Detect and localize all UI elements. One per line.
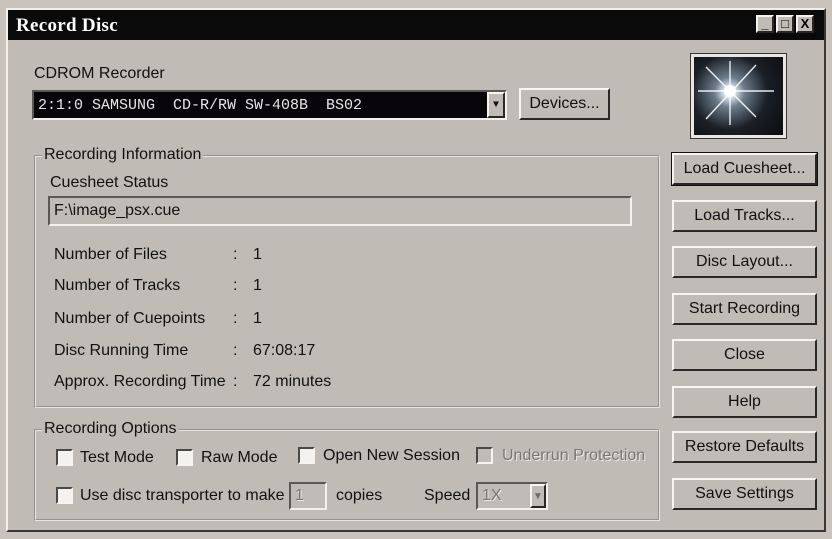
minimize-button[interactable]: _ [756,15,774,33]
raw-mode-label[interactable]: Raw Mode [201,449,277,467]
cuesheet-path: F:\image_psx.cue [54,202,181,219]
restore-defaults-button[interactable]: Restore Defaults [672,431,817,463]
open-new-session-checkbox[interactable] [298,447,315,464]
tracks-sep: : [233,277,238,294]
speed-select[interactable]: 1X ▼ [476,482,548,510]
running-time-value: 67:08:17 [253,342,316,359]
files-value: 1 [253,246,262,263]
copies-value: 1 [295,487,304,504]
recorder-selected-value: 2:1:0 SAMSUNG CD-R/RW SW-408B BS02 [38,97,363,114]
recording-time-label: Approx. Recording Time [54,373,226,390]
record-disc-window: Record Disc _ □ X CDROM Recorder 2:1:0 S… [6,8,826,532]
load-cuesheet-button[interactable]: Load Cuesheet... [671,152,818,186]
files-sep: : [233,246,238,263]
cuesheet-status-label: Cuesheet Status [50,174,169,191]
chevron-down-icon[interactable]: ▼ [487,92,505,118]
test-mode-checkbox[interactable] [56,449,73,466]
recording-time-value: 72 minutes [253,373,332,390]
running-time-sep: : [233,342,238,359]
tracks-label: Number of Tracks [54,277,181,294]
disc-transporter-label[interactable]: Use disc transporter to make [80,487,285,505]
files-label: Number of Files [54,246,167,263]
open-new-session-label[interactable]: Open New Session [323,447,460,465]
recording-time-sep: : [233,373,238,390]
close-button[interactable]: Close [672,339,817,371]
speed-label: Speed [424,487,471,504]
recording-options-group: Recording Options [34,420,660,521]
cuesheet-path-field: F:\image_psx.cue [48,196,632,226]
devices-button[interactable]: Devices... [519,88,610,120]
copies-input[interactable]: 1 [289,482,327,510]
start-recording-button[interactable]: Start Recording [672,293,817,325]
cuepoints-value: 1 [253,310,262,327]
disc-layout-button[interactable]: Disc Layout... [672,246,817,278]
recording-information-legend: Recording Information [42,146,204,164]
recorder-label: CDROM Recorder [34,65,165,82]
copies-label: copies [336,487,383,504]
underrun-protection-label[interactable]: Underrun Protection [502,447,645,465]
window-title: Record Disc [16,15,118,36]
disc-transporter-checkbox[interactable] [56,487,73,504]
title-bar[interactable]: Record Disc _ □ X [8,10,824,40]
speed-value: 1X [482,487,502,504]
recording-options-legend: Recording Options [42,420,179,438]
test-mode-label[interactable]: Test Mode [80,449,154,467]
load-tracks-button[interactable]: Load Tracks... [672,200,817,232]
starburst-icon [698,61,774,125]
chevron-down-icon[interactable]: ▼ [530,484,546,508]
help-button[interactable]: Help [672,386,817,418]
maximize-button[interactable]: □ [776,15,794,33]
cuepoints-sep: : [233,310,238,327]
recorder-select[interactable]: 2:1:0 SAMSUNG CD-R/RW SW-408B BS02 ▼ [32,90,507,120]
disc-logo [690,53,787,139]
underrun-protection-checkbox[interactable] [476,447,493,464]
raw-mode-checkbox[interactable] [176,449,193,466]
close-window-button[interactable]: X [796,15,814,33]
tracks-value: 1 [253,277,262,294]
save-settings-button[interactable]: Save Settings [672,478,817,510]
running-time-label: Disc Running Time [54,342,189,359]
cuepoints-label: Number of Cuepoints [54,310,206,327]
